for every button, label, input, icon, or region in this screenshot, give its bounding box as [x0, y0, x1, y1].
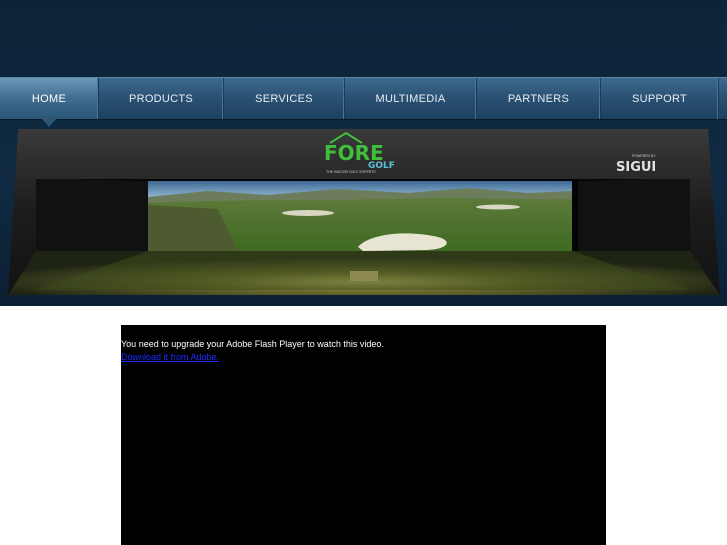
simulator-illustration: FORE GOLF THE INDOOR GOLF EXPERTS POWERE… [8, 129, 720, 295]
main-navigation: HOME PRODUCTS SERVICES MULTIMEDIA PARTNE… [0, 77, 727, 127]
nav-services[interactable]: SERVICES [224, 78, 345, 119]
partner-logo-text: SIGUI [616, 160, 656, 175]
nav-multimedia[interactable]: MULTIMEDIA [345, 78, 477, 119]
partner-small-text: POWERED BY [632, 154, 656, 158]
logo-tagline: THE INDOOR GOLF EXPERTS [326, 170, 376, 174]
nav-home[interactable]: HOME [0, 78, 99, 127]
flash-video-placeholder: You need to upgrade your Adobe Flash Pla… [121, 325, 606, 545]
download-flash-link[interactable]: Download it from Adobe. [121, 352, 219, 362]
nav-support[interactable]: SUPPORT [601, 78, 719, 119]
simulator-banner: FORE GOLF THE INDOOR GOLF EXPERTS POWERE… [8, 125, 720, 301]
flash-upgrade-message: You need to upgrade your Adobe Flash Pla… [121, 339, 384, 349]
nav-products[interactable]: PRODUCTS [99, 78, 224, 119]
nav-partners[interactable]: PARTNERS [477, 78, 601, 119]
